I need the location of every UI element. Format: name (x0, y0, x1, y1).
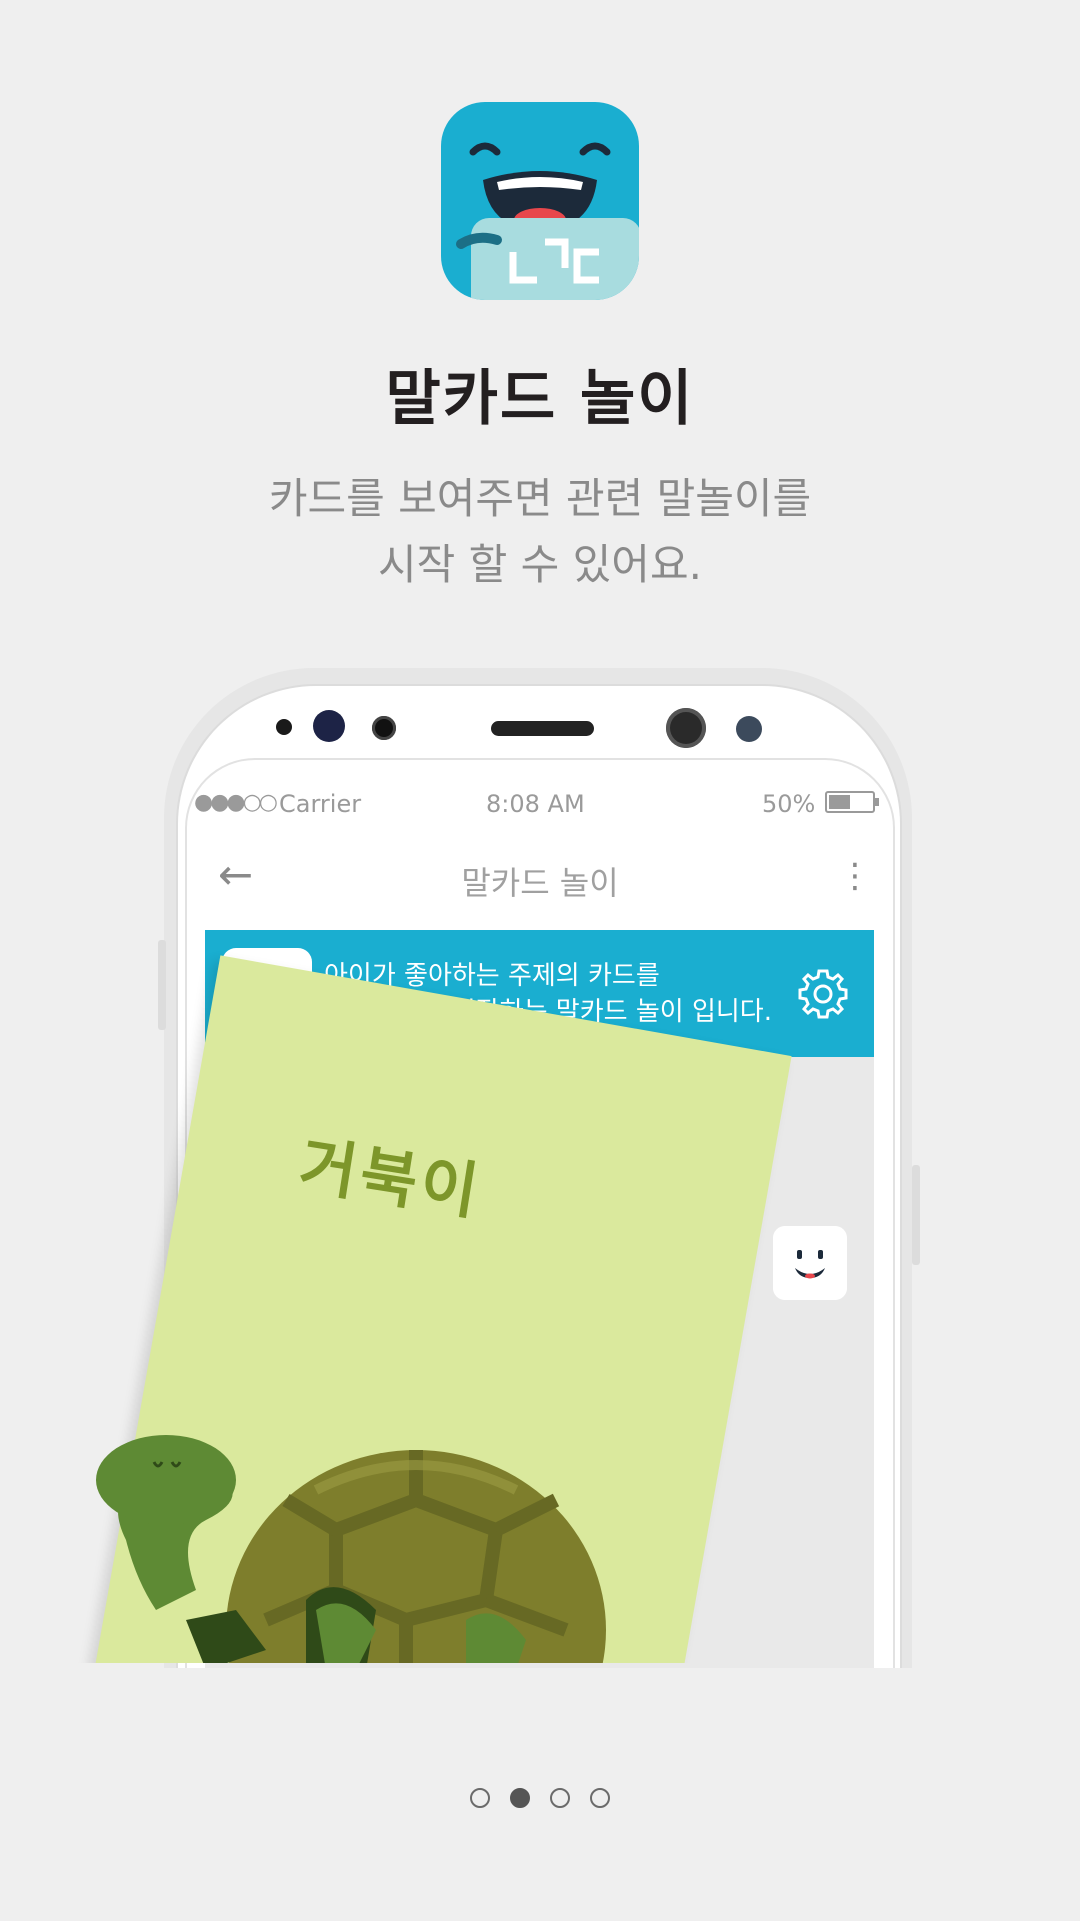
chat-bubble (560, 1157, 738, 1215)
banner-line-1: 아이가 좋아하는 주제의 카드를 (324, 961, 660, 991)
status-signal: ●●●○○ (194, 790, 278, 815)
status-time: 8:08 AM (486, 790, 585, 818)
status-battery-percent: 50% (762, 790, 816, 818)
front-camera (313, 710, 345, 742)
front-camera (666, 708, 706, 748)
status-carrier: Carrier (279, 790, 362, 818)
banner-message: 아이가 좋아하는 주제의 카드를 발화문으로 시작하는 말카드 놀이 입니다. (324, 958, 772, 1030)
reply-bubble-tail (740, 1255, 752, 1271)
chat-bubble (560, 1085, 738, 1143)
chat-area (205, 1057, 874, 1668)
app-logo-icon (441, 102, 639, 300)
mascot-avatar-icon (222, 948, 312, 1038)
earpiece-speaker (491, 721, 594, 736)
pagination-dots (470, 1788, 610, 1814)
description-line-2: 시작 할 수 있어요. (378, 540, 702, 589)
phone-side-button (912, 1165, 920, 1265)
phone-side-button (158, 940, 166, 1030)
sensor-dot (276, 719, 292, 735)
more-menu-icon[interactable]: ⋮ (838, 856, 872, 896)
app-bar-title: 말카드 놀이 (461, 864, 619, 902)
banner-line-2: 발화문으로 시작하는 말카드 놀이 입니다. (324, 997, 772, 1027)
page-description: 카드를 보여주면 관련 말놀이를 시작 할 수 있어요. (0, 466, 1080, 598)
page-dot-4[interactable] (590, 1788, 610, 1808)
battery-cap (875, 798, 879, 806)
page-title: 말카드 놀이 (385, 364, 695, 434)
smiley-avatar-icon (773, 1226, 847, 1300)
page-dot-2[interactable] (510, 1788, 530, 1808)
battery-level (829, 795, 850, 809)
description-line-1: 카드를 보여주면 관련 말놀이를 (268, 474, 812, 523)
page-dot-3[interactable] (550, 1788, 570, 1808)
reply-bubble: 응! (640, 1236, 742, 1290)
page-dot-1[interactable] (470, 1788, 490, 1808)
sensor-dot (372, 716, 396, 740)
settings-gear-icon[interactable] (797, 968, 849, 1020)
battery-icon (825, 791, 879, 813)
sensor-dot (736, 716, 762, 742)
